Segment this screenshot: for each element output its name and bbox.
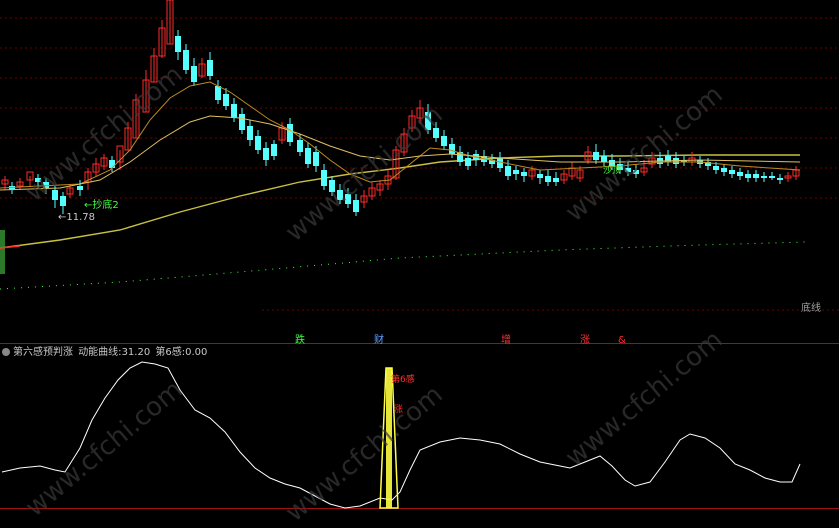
candle-body-down (761, 176, 767, 178)
candle-body-down (297, 140, 303, 152)
candle-body-down (313, 152, 319, 166)
candle-body-down (601, 156, 607, 162)
candle-body-down (777, 178, 783, 180)
candle-body-down (175, 36, 181, 52)
candle-body-down (505, 166, 511, 176)
candle-body-down (465, 158, 471, 166)
candle-body-down (769, 176, 775, 178)
dotted-line (0, 241, 806, 290)
sixth-sense-value: 0.00 (185, 347, 208, 358)
candle-body-down (513, 170, 519, 174)
marker-increase: 增 (501, 335, 511, 346)
candle-body-down (263, 148, 269, 160)
candle-body-down (231, 104, 237, 118)
candle-body-down (223, 94, 229, 106)
candle-body-down (239, 114, 245, 130)
candle-body-down (271, 144, 277, 156)
candle-body-down (729, 170, 735, 174)
candle-body-down (207, 60, 213, 76)
marker-fall: 跌 (295, 335, 305, 346)
bottom-line-tag: 底线 (801, 303, 821, 314)
candle-body-down (521, 172, 527, 176)
candle-body-down (721, 168, 727, 172)
candle-body-down (60, 196, 66, 206)
curve-label: 动能曲线: (78, 347, 122, 358)
candle-body-down (497, 158, 503, 168)
spike-label-top: 第6感 (391, 375, 415, 385)
low-price-label: ←11.78 (58, 212, 96, 223)
candle-body-down (287, 124, 293, 142)
candle-body-down (593, 152, 599, 160)
candle-body-down (753, 174, 759, 178)
panel-divider (0, 508, 839, 509)
candle-body-down (321, 170, 327, 186)
candle-body-down (713, 166, 719, 170)
indicator-header[interactable]: 第六感预判涨 动能曲线:31.20 第6感:0.00 (2, 347, 207, 359)
candle-body-down (305, 148, 311, 164)
volume-strip (0, 230, 5, 274)
sixth-sense-label: 第6感: (155, 347, 186, 358)
candle-body-down (737, 172, 743, 176)
candle-body-down (191, 66, 197, 82)
candle-body-down (215, 86, 221, 100)
candle-body-down (553, 178, 559, 182)
mid-signal-label: 沙顶 (603, 166, 622, 176)
buy-signal-label: ←抄底2 (84, 200, 119, 211)
marker-wealth: 财 (374, 335, 384, 346)
marker-rise: 涨 (580, 335, 590, 346)
candle-body-down (77, 186, 83, 190)
marker-amp: & (618, 335, 626, 346)
candle-body-down (255, 136, 261, 150)
candle-body-down (545, 176, 551, 182)
candle-body-down (745, 174, 751, 178)
settings-icon[interactable] (2, 348, 10, 356)
candle-body-down (109, 160, 115, 168)
candle-body-down (449, 144, 455, 154)
curve-value: 31.20 (121, 347, 151, 358)
spike-label-rise: 涨 (394, 405, 404, 415)
indicator-name: 第六感预判涨 (13, 347, 73, 358)
candle-body-down (247, 126, 253, 140)
candle-body-down (537, 174, 543, 178)
candle-body-down (183, 50, 189, 70)
candle-body-down (441, 136, 447, 146)
